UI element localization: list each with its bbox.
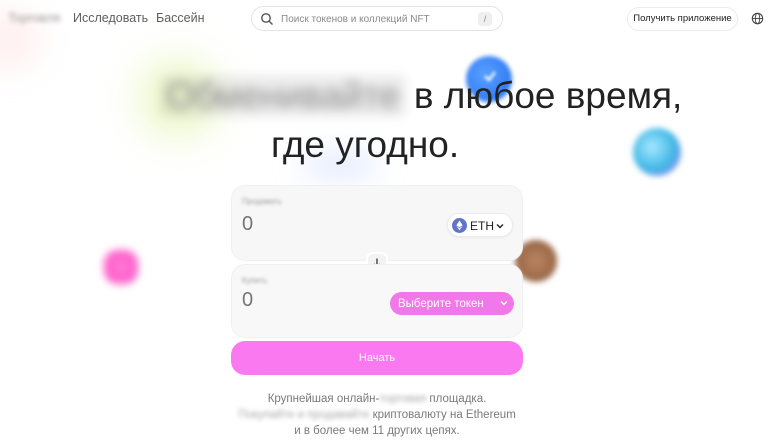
tagline-text: площадка. [426, 393, 487, 405]
tagline-blurred-text: Покупайте и продавайте [238, 409, 370, 421]
eth-icon [452, 218, 467, 233]
tagline-blurred-text: торговая [379, 393, 427, 405]
chevron-down-icon [500, 301, 508, 306]
buy-label: Купить [242, 276, 268, 285]
tagline-line2: Покупайте и продавайте криптовалюту на E… [200, 409, 554, 421]
tagline-line1: Крупнейшая онлайн-торговая площадка. [200, 393, 554, 405]
tagline-text: Крупнейшая онлайн- [267, 393, 380, 405]
sell-panel: Продавать ETH [231, 185, 523, 261]
search-input[interactable] [281, 11, 471, 27]
tagline-text: криптовалюту на Ethereum [369, 409, 516, 421]
tagline-line3: и в более чем 11 других цепях. [294, 425, 460, 437]
search-bar[interactable]: / [251, 6, 503, 31]
globe-icon[interactable] [751, 12, 764, 25]
token-bubble-teal [633, 128, 681, 176]
token-bubble-pink [104, 250, 138, 284]
sell-label: Продавать [242, 197, 282, 206]
hero-headline-text: в любое время, [413, 75, 683, 116]
sell-token-symbol: ETH [470, 219, 494, 233]
buy-amount-input[interactable] [242, 289, 362, 312]
sell-token-selector[interactable]: ETH [447, 213, 513, 237]
nav-link-pool[interactable]: Бассейн [156, 11, 205, 25]
chevron-down-icon [496, 224, 504, 229]
search-icon [261, 13, 273, 25]
page: Торговля Исследовать Бассейн / Получить … [0, 0, 775, 444]
navbar: Торговля Исследовать Бассейн / Получить … [0, 0, 775, 38]
select-token-label: Выберите токен [398, 297, 484, 310]
nav-link-trade[interactable]: Торговля [8, 11, 60, 25]
get-app-button[interactable]: Получить приложение [627, 7, 738, 31]
search-shortcut-key: / [478, 12, 492, 26]
nav-link-explore[interactable]: Исследовать [73, 11, 148, 25]
select-token-button[interactable]: Выберите токен [390, 292, 514, 315]
hero-headline-line2: где угодно. [271, 124, 460, 165]
buy-panel: Купить Выберите токен [231, 264, 523, 338]
hero-headline-line1: Обменивайте в любое время, [160, 75, 682, 117]
hero-headline-blurred-word: Обменивайте [160, 75, 406, 117]
sell-amount-input[interactable] [242, 213, 362, 236]
start-button[interactable]: Начать [231, 341, 523, 375]
